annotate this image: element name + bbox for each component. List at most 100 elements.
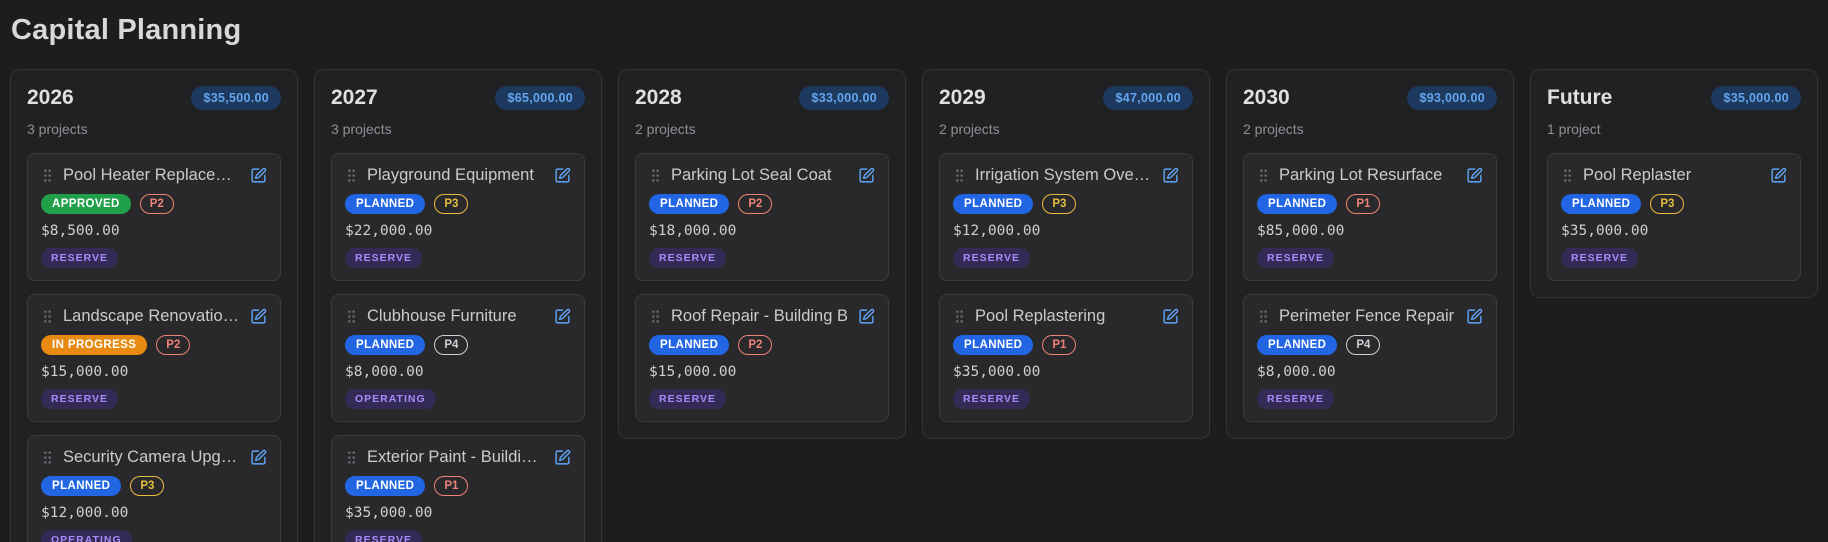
fund-badge: RESERVE <box>1257 248 1334 268</box>
edit-pencil-icon <box>554 167 571 184</box>
column-header: 2030 $93,000.00 <box>1243 86 1497 110</box>
priority-badge: P2 <box>140 194 174 214</box>
drag-handle-icon[interactable] <box>41 309 54 324</box>
card-title: Irrigation System Overhaul <box>975 166 1153 185</box>
status-badge: PLANNED <box>1257 194 1337 214</box>
drag-handle-icon[interactable] <box>345 309 358 324</box>
edit-button[interactable] <box>858 308 875 325</box>
column-title: 2026 <box>27 86 74 110</box>
drag-handle-icon[interactable] <box>1257 309 1270 324</box>
card-title-row: Security Camera Upgrade <box>41 448 267 467</box>
drag-handle-icon[interactable] <box>345 168 358 183</box>
status-badge: PLANNED <box>1257 335 1337 355</box>
card-title: Exterior Paint - Building A <box>367 448 545 467</box>
fund-badge: RESERVE <box>649 389 726 409</box>
drag-handle-icon[interactable] <box>953 168 966 183</box>
badge-row: PLANNED P3 <box>41 476 267 496</box>
drag-handle-icon[interactable] <box>953 309 966 324</box>
card-amount: $8,000.00 <box>1257 364 1483 380</box>
fund-badge: RESERVE <box>41 248 118 268</box>
column-title: 2029 <box>939 86 986 110</box>
edit-pencil-icon <box>1162 308 1179 325</box>
card-title-row: Parking Lot Seal Coat <box>649 166 875 185</box>
project-card[interactable]: Exterior Paint - Building A PLANNED P1 $… <box>331 435 585 542</box>
fund-badge: RESERVE <box>41 389 118 409</box>
project-card[interactable]: Playground Equipment PLANNED P3 $22,000.… <box>331 153 585 281</box>
edit-button[interactable] <box>1466 167 1483 184</box>
column-budget-badge: $65,000.00 <box>495 86 585 110</box>
project-card[interactable]: Parking Lot Seal Coat PLANNED P2 $18,000… <box>635 153 889 281</box>
card-amount: $15,000.00 <box>41 364 267 380</box>
capital-planning-page: Capital Planning 2026 $35,500.00 3 proje… <box>0 0 1828 542</box>
badge-row: PLANNED P1 <box>1257 194 1483 214</box>
column-budget-badge: $33,000.00 <box>799 86 889 110</box>
card-title-row: Exterior Paint - Building A <box>345 448 571 467</box>
priority-badge: P4 <box>1346 335 1380 355</box>
card-title-row: Roof Repair - Building B <box>649 307 875 326</box>
edit-button[interactable] <box>554 167 571 184</box>
project-card[interactable]: Landscape Renovation - Pha... IN PROGRES… <box>27 294 281 422</box>
drag-handle-icon[interactable] <box>649 309 662 324</box>
project-card[interactable]: Clubhouse Furniture PLANNED P4 $8,000.00… <box>331 294 585 422</box>
priority-badge: P2 <box>738 335 772 355</box>
project-card[interactable]: Parking Lot Resurface PLANNED P1 $85,000… <box>1243 153 1497 281</box>
card-title-row: Landscape Renovation - Pha... <box>41 307 267 326</box>
column-header: 2029 $47,000.00 <box>939 86 1193 110</box>
status-badge: PLANNED <box>953 335 1033 355</box>
edit-button[interactable] <box>554 449 571 466</box>
drag-handle-icon[interactable] <box>345 450 358 465</box>
card-title-row: Parking Lot Resurface <box>1257 166 1483 185</box>
badge-row: PLANNED P2 <box>649 335 875 355</box>
edit-button[interactable] <box>250 167 267 184</box>
card-title: Playground Equipment <box>367 166 534 185</box>
edit-pencil-icon <box>250 308 267 325</box>
priority-badge: P3 <box>1650 194 1684 214</box>
edit-button[interactable] <box>858 167 875 184</box>
fund-badge: RESERVE <box>1561 248 1638 268</box>
edit-button[interactable] <box>554 308 571 325</box>
drag-handle-icon[interactable] <box>1257 168 1270 183</box>
column-title: 2028 <box>635 86 682 110</box>
year-column: Future $35,000.00 1 project Pool Replast… <box>1530 69 1818 298</box>
badge-row: PLANNED P4 <box>1257 335 1483 355</box>
card-list: Playground Equipment PLANNED P3 $22,000.… <box>331 153 585 542</box>
badge-row: PLANNED P4 <box>345 335 571 355</box>
card-amount: $22,000.00 <box>345 223 571 239</box>
column-project-count: 2 projects <box>939 121 1193 137</box>
edit-pencil-icon <box>554 308 571 325</box>
fund-badge: RESERVE <box>649 248 726 268</box>
edit-button[interactable] <box>1466 308 1483 325</box>
status-badge: PLANNED <box>41 476 121 496</box>
edit-button[interactable] <box>1162 167 1179 184</box>
badge-row: PLANNED P3 <box>345 194 571 214</box>
edit-button[interactable] <box>1162 308 1179 325</box>
project-card[interactable]: Pool Heater Replacement APPROVED P2 $8,5… <box>27 153 281 281</box>
card-amount: $8,500.00 <box>41 223 267 239</box>
drag-handle-icon[interactable] <box>41 168 54 183</box>
edit-pencil-icon <box>1466 167 1483 184</box>
project-card[interactable]: Irrigation System Overhaul PLANNED P3 $1… <box>939 153 1193 281</box>
edit-button[interactable] <box>250 308 267 325</box>
card-title-row: Pool Replastering <box>953 307 1179 326</box>
card-amount: $15,000.00 <box>649 364 875 380</box>
project-card[interactable]: Pool Replastering PLANNED P1 $35,000.00 … <box>939 294 1193 422</box>
project-card[interactable]: Perimeter Fence Repair PLANNED P4 $8,000… <box>1243 294 1497 422</box>
project-card[interactable]: Pool Replaster PLANNED P3 $35,000.00 RES… <box>1547 153 1801 281</box>
edit-button[interactable] <box>250 449 267 466</box>
column-budget-badge: $93,000.00 <box>1407 86 1497 110</box>
fund-badge: RESERVE <box>345 248 422 268</box>
drag-handle-icon[interactable] <box>649 168 662 183</box>
fund-badge: OPERATING <box>345 389 436 409</box>
status-badge: PLANNED <box>649 335 729 355</box>
project-card[interactable]: Roof Repair - Building B PLANNED P2 $15,… <box>635 294 889 422</box>
year-column: 2028 $33,000.00 2 projects Parking Lot S… <box>618 69 906 439</box>
edit-pencil-icon <box>554 449 571 466</box>
drag-handle-icon[interactable] <box>41 450 54 465</box>
edit-button[interactable] <box>1770 167 1787 184</box>
card-amount: $12,000.00 <box>41 505 267 521</box>
drag-handle-icon[interactable] <box>1561 168 1574 183</box>
project-card[interactable]: Security Camera Upgrade PLANNED P3 $12,0… <box>27 435 281 542</box>
card-title: Pool Replastering <box>975 307 1105 326</box>
year-column: 2027 $65,000.00 3 projects Playground Eq… <box>314 69 602 542</box>
card-title-row: Irrigation System Overhaul <box>953 166 1179 185</box>
